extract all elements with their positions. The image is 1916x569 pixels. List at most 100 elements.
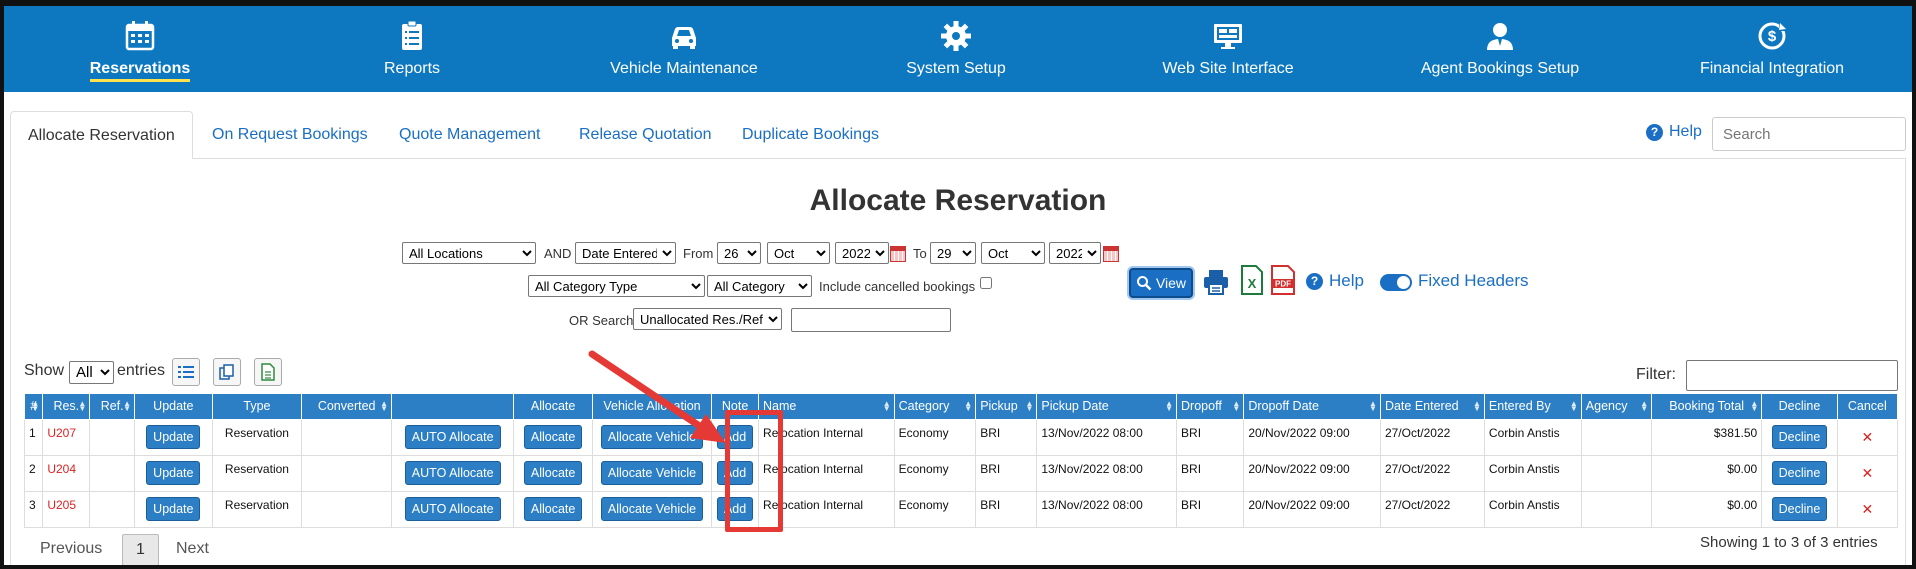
decline-button[interactable]: Decline <box>1771 425 1828 449</box>
cancel-x-icon[interactable]: ✕ <box>1861 429 1873 445</box>
allocate-vehicle-button[interactable]: Allocate Vehicle <box>600 461 704 485</box>
help-link-toolbar[interactable]: ? Help <box>1306 271 1364 291</box>
res-link[interactable]: U207 <box>42 418 91 456</box>
allocate-button[interactable]: Allocate <box>523 425 583 449</box>
col-header-pickup[interactable]: Pickup ▲ ▼ <box>975 394 1038 420</box>
help-link[interactable]: ? Help <box>1646 123 1702 141</box>
auto-allocate-button[interactable]: AUTO Allocate <box>404 425 501 449</box>
from-day-select[interactable]: 26 <box>717 242 761 264</box>
col-header-date-entered[interactable]: Date Entered ▲ ▼ <box>1379 394 1485 420</box>
allocate-button[interactable]: Allocate <box>523 497 583 521</box>
col-header-name[interactable]: Name ▲ ▼ <box>758 394 895 420</box>
sort-icon: ▲ ▼ <box>1640 399 1649 413</box>
col-header-category[interactable]: Category ▲ ▼ <box>893 394 977 420</box>
name-cell: Relocation Internal <box>758 454 895 492</box>
col-header-converted[interactable]: Converted ▲ ▼ <box>301 394 393 420</box>
pickup-date-cell: 13/Nov/2022 08:00 <box>1036 418 1178 456</box>
col-header-ref[interactable]: Ref. ▲ ▼ <box>89 394 136 420</box>
pdf-export-icon[interactable]: PDF <box>1271 265 1295 295</box>
note-cell: Add <box>711 454 760 492</box>
booking-total-cell: $0.00 <box>1651 454 1763 492</box>
add-note-button[interactable]: Add <box>716 425 754 449</box>
date-type-select[interactable]: Date Entered <box>575 242 676 264</box>
col-header-num[interactable]: # ▲ ▼ <box>23 394 44 420</box>
tab-on-request-bookings[interactable]: On Request Bookings <box>195 111 385 159</box>
tab-release-quotation[interactable]: Release Quotation <box>562 111 729 159</box>
next-page-button[interactable]: Next <box>176 540 209 558</box>
category-select[interactable]: All Category <box>707 275 812 297</box>
nav-reports[interactable]: Reports <box>276 6 548 92</box>
name-cell: Relocation Internal <box>758 418 895 456</box>
column-visibility-button[interactable] <box>172 358 200 386</box>
name-cell: Relocation Internal <box>758 490 895 528</box>
col-header-dropoff[interactable]: Dropoff ▲ ▼ <box>1176 394 1245 420</box>
add-note-button[interactable]: Add <box>716 461 754 485</box>
location-select[interactable]: All Locations <box>402 242 536 264</box>
or-search-input[interactable] <box>791 308 951 332</box>
fixed-headers-label: Fixed Headers <box>1418 271 1529 290</box>
add-note-button[interactable]: Add <box>716 497 754 521</box>
include-cancelled-checkbox[interactable] <box>980 277 992 289</box>
csv-export-button[interactable] <box>254 358 282 386</box>
nav-agent-bookings-setup[interactable]: Agent Bookings Setup <box>1364 6 1636 92</box>
col-header-entered-by[interactable]: Entered By ▲ ▼ <box>1483 394 1582 420</box>
update-button[interactable]: Update <box>146 425 201 449</box>
pickup-cell: BRI <box>975 490 1038 528</box>
allocate-vehicle-button[interactable]: Allocate Vehicle <box>600 497 704 521</box>
sort-icon: ▲ ▼ <box>882 399 891 413</box>
magnifier-icon <box>1136 276 1152 291</box>
excel-export-icon[interactable]: X <box>1241 265 1263 295</box>
note-cell: Add <box>711 490 760 528</box>
tab-duplicate-bookings[interactable]: Duplicate Bookings <box>725 111 896 159</box>
nav-reservations[interactable]: Reservations <box>4 6 276 92</box>
to-day-select[interactable]: 29 <box>930 242 976 264</box>
and-label: AND <box>544 246 572 261</box>
copy-button[interactable] <box>213 358 241 386</box>
nav-financial-integration[interactable]: $ Financial Integration <box>1636 6 1908 92</box>
nav-system-setup[interactable]: System Setup <box>820 6 1092 92</box>
auto-cell: AUTO Allocate <box>391 454 515 492</box>
print-icon[interactable] <box>1202 268 1230 296</box>
from-month-select[interactable]: Oct <box>767 242 830 264</box>
search-input[interactable] <box>1712 117 1906 151</box>
nav-web-site-interface[interactable]: Web Site Interface <box>1092 6 1364 92</box>
auto-allocate-button[interactable]: AUTO Allocate <box>404 461 501 485</box>
to-calendar-icon[interactable] <box>1103 246 1119 262</box>
page-1-button[interactable]: 1 <box>122 534 159 565</box>
col-header-dropoff-date[interactable]: Dropoff Date ▲ ▼ <box>1243 394 1381 420</box>
tab-allocate-reservation[interactable]: Allocate Reservation <box>10 111 193 159</box>
entries-select[interactable]: All <box>69 361 114 384</box>
update-button[interactable]: Update <box>146 461 201 485</box>
col-header-res[interactable]: Res. ▲ ▼ <box>42 394 91 420</box>
col-header-booking-total[interactable]: Booking Total ▲ ▼ <box>1651 394 1763 420</box>
category-type-select[interactable]: All Category Type <box>528 275 705 297</box>
search-type-select[interactable]: Unallocated Res./Ref. <box>633 308 782 330</box>
allocate-button[interactable]: Allocate <box>523 461 583 485</box>
to-year-select[interactable]: 2022 <box>1049 242 1101 264</box>
nav-vehicle-maintenance[interactable]: Vehicle Maintenance <box>548 6 820 92</box>
entries-info: Showing 1 to 3 of 3 entries <box>1700 534 1878 551</box>
decline-button[interactable]: Decline <box>1771 497 1828 521</box>
cancel-x-icon[interactable]: ✕ <box>1861 501 1873 517</box>
from-year-select[interactable]: 2022 <box>835 242 889 264</box>
update-button[interactable]: Update <box>146 497 201 521</box>
screenshot-frame: Reservations Reports Vehicle Maintenance… <box>0 0 1916 569</box>
from-calendar-icon[interactable] <box>890 246 906 262</box>
tab-quote-management[interactable]: Quote Management <box>382 111 557 159</box>
decline-button[interactable]: Decline <box>1771 461 1828 485</box>
fixed-headers-toggle[interactable] <box>1380 274 1412 291</box>
to-month-select[interactable]: Oct <box>981 242 1045 264</box>
col-header-pickup-date[interactable]: Pickup Date ▲ ▼ <box>1036 394 1178 420</box>
allocate-vehicle-button[interactable]: Allocate Vehicle <box>600 425 704 449</box>
filter-label: Filter: <box>1636 366 1676 383</box>
res-link[interactable]: U204 <box>42 454 91 492</box>
auto-allocate-button[interactable]: AUTO Allocate <box>404 497 501 521</box>
col-header-agency[interactable]: Agency ▲ ▼ <box>1580 394 1653 420</box>
nav-label: Agent Bookings Setup <box>1420 60 1580 77</box>
res-link[interactable]: U205 <box>42 490 91 528</box>
cancel-x-icon[interactable]: ✕ <box>1861 465 1873 481</box>
filter-input[interactable] <box>1686 360 1898 391</box>
pickup-date-cell: 13/Nov/2022 08:00 <box>1036 454 1178 492</box>
view-button[interactable]: View <box>1129 268 1193 298</box>
previous-page-button[interactable]: Previous <box>40 540 102 558</box>
